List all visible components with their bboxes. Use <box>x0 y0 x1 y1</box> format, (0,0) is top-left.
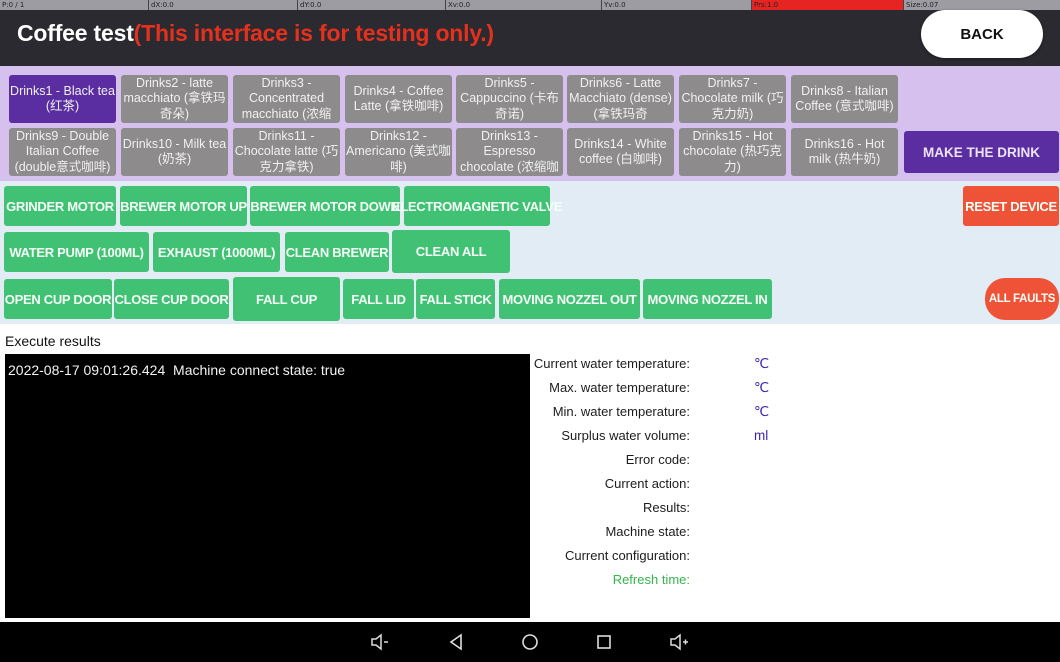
drinks-panel: Drinks1 - Black tea (红茶) Drinks2 - latte … <box>0 66 1060 181</box>
log-line: 2022-08-17 09:01:26.424 Machine connect … <box>8 362 346 378</box>
status-row: Surplus water volume: ml <box>530 428 830 448</box>
reset-device-button[interactable]: RESET DEVICE <box>963 186 1059 226</box>
status-label: Error code: <box>625 452 690 467</box>
pointer-debug-bar: P:0 / 1 dX:0.0 dY:0.0 Xv:0.0 Yv:0.0 Prs:… <box>0 0 1060 10</box>
status-label: Surplus water volume: <box>561 428 690 443</box>
drink-button-10[interactable]: Drinks10 - Milk tea (奶茶) <box>121 128 228 176</box>
debug-pointer-count: P:0 / 1 <box>2 1 25 9</box>
volume-down-icon[interactable] <box>368 631 392 653</box>
debug-xv: Xv:0.0 <box>445 0 470 10</box>
back-button[interactable]: BACK <box>921 10 1043 58</box>
close-cup-door-button[interactable]: CLOSE CUP DOOR <box>114 279 229 319</box>
home-nav-icon[interactable] <box>518 631 542 653</box>
water-pump-button[interactable]: WATER PUMP (100ML) <box>4 232 149 272</box>
execute-results-label: Execute results <box>5 333 101 349</box>
clean-brewer-button[interactable]: CLEAN BREWER <box>285 232 389 272</box>
fall-stick-button[interactable]: FALL STICK <box>416 279 495 319</box>
app-root: P:0 / 1 dX:0.0 dY:0.0 Xv:0.0 Yv:0.0 Prs:… <box>0 0 1060 662</box>
status-unit: ℃ <box>754 380 770 395</box>
all-faults-button[interactable]: ALL FAULTS <box>985 278 1059 320</box>
open-cup-door-button[interactable]: OPEN CUP DOOR <box>4 279 112 319</box>
exhaust-button[interactable]: EXHAUST (1000ML) <box>153 232 280 272</box>
android-nav-bar <box>0 622 1060 662</box>
make-drink-button[interactable]: MAKE THE DRINK <box>904 131 1059 173</box>
drink-button-6[interactable]: Drinks6 - Latte Macchiato (dense) (拿铁玛奇 <box>567 75 674 123</box>
status-unit: ml <box>754 428 769 443</box>
testing-warning: (This interface is for testing only.) <box>133 20 494 46</box>
drink-button-11[interactable]: Drinks11 - Chocolate latte (巧克力拿铁) <box>233 128 340 176</box>
status-label: Refresh time: <box>612 572 690 587</box>
status-label: Min. water temperature: <box>552 404 690 419</box>
status-label: Results: <box>643 500 690 515</box>
status-row: Min. water temperature: ℃ <box>530 404 830 424</box>
moving-nozzel-out-button[interactable]: MOVING NOZZEL OUT <box>499 279 640 319</box>
status-row: Error code: <box>530 452 830 472</box>
fall-cup-button[interactable]: FALL CUP <box>233 277 340 321</box>
status-label: Max. water temperature: <box>549 380 690 395</box>
status-row: Current action: <box>530 476 830 496</box>
debug-dy: dY:0.0 <box>297 0 321 10</box>
page-title: Coffee test(This interface is for testin… <box>17 20 494 47</box>
status-row: Max. water temperature: ℃ <box>530 380 830 400</box>
drink-button-7[interactable]: Drinks7 - Chocolate milk (巧克力奶) <box>679 75 786 123</box>
debug-yv: Yv:0.0 <box>601 0 626 10</box>
drink-button-4[interactable]: Drinks4 - Coffee Latte (拿铁咖啡) <box>345 75 452 123</box>
drink-button-16[interactable]: Drinks16 - Hot milk (热牛奶) <box>791 128 898 176</box>
recents-nav-icon[interactable] <box>592 631 616 653</box>
electromagnetic-valve-button[interactable]: ELECTROMAGNETIC VALVE <box>392 186 562 226</box>
results-console: 2022-08-17 09:01:26.424 Machine connect … <box>5 354 530 618</box>
header: Coffee test(This interface is for testin… <box>0 10 1060 66</box>
status-label: Current action: <box>604 476 690 491</box>
drink-button-5[interactable]: Drinks5 - Cappuccino (卡布奇诺) <box>456 75 563 123</box>
title-text: Coffee test <box>17 20 134 46</box>
status-row: Refresh time: <box>530 572 830 592</box>
drink-button-12[interactable]: Drinks12 - Americano (美式咖啡) <box>345 128 452 176</box>
drink-button-15[interactable]: Drinks15 - Hot chocolate (热巧克力) <box>679 128 786 176</box>
debug-pressure: Prs:1.0 <box>751 0 903 10</box>
brewer-motor-up-button[interactable]: BREWER MOTOR UP <box>120 186 247 226</box>
drink-button-3[interactable]: Drinks3 - Concentrated macchiato (浓缩 <box>233 75 340 123</box>
status-row: Current configuration: <box>530 548 830 568</box>
status-row: Results: <box>530 500 830 520</box>
brewer-motor-down-button[interactable]: BREWER MOTOR DOWN <box>250 186 400 226</box>
drink-button-1[interactable]: Drinks1 - Black tea (红茶) <box>9 75 116 123</box>
clean-all-button[interactable]: CLEAN ALL <box>392 230 510 273</box>
status-label: Machine state: <box>605 524 690 539</box>
drink-button-9[interactable]: Drinks9 - Double Italian Coffee (double意… <box>9 128 116 176</box>
drink-button-13[interactable]: Drinks13 - Espresso chocolate (浓缩咖 <box>456 128 563 176</box>
status-row: Machine state: <box>530 524 830 544</box>
fall-lid-button[interactable]: FALL LID <box>343 279 414 319</box>
drink-button-14[interactable]: Drinks14 - White coffee (白咖啡) <box>567 128 674 176</box>
grinder-motor-button[interactable]: GRINDER MOTOR <box>4 186 116 226</box>
debug-dx: dX:0.0 <box>148 0 174 10</box>
status-row: Current water temperature: ℃ <box>530 356 830 376</box>
status-label: Current configuration: <box>564 548 690 563</box>
moving-nozzel-in-button[interactable]: MOVING NOZZEL IN <box>643 279 772 319</box>
drink-button-8[interactable]: Drinks8 - Italian Coffee (意式咖啡) <box>791 75 898 123</box>
back-nav-icon[interactable] <box>444 631 468 653</box>
drink-button-2[interactable]: Drinks2 - latte macchiato (拿铁玛奇朵) <box>121 75 228 123</box>
debug-size: Size:0.07 <box>903 0 938 10</box>
controls-panel: GRINDER MOTOR BREWER MOTOR UP BREWER MOT… <box>0 181 1060 324</box>
status-unit: ℃ <box>754 404 770 419</box>
status-label: Current water temperature: <box>533 356 690 371</box>
status-unit: ℃ <box>754 356 770 371</box>
volume-up-icon[interactable] <box>667 631 691 653</box>
